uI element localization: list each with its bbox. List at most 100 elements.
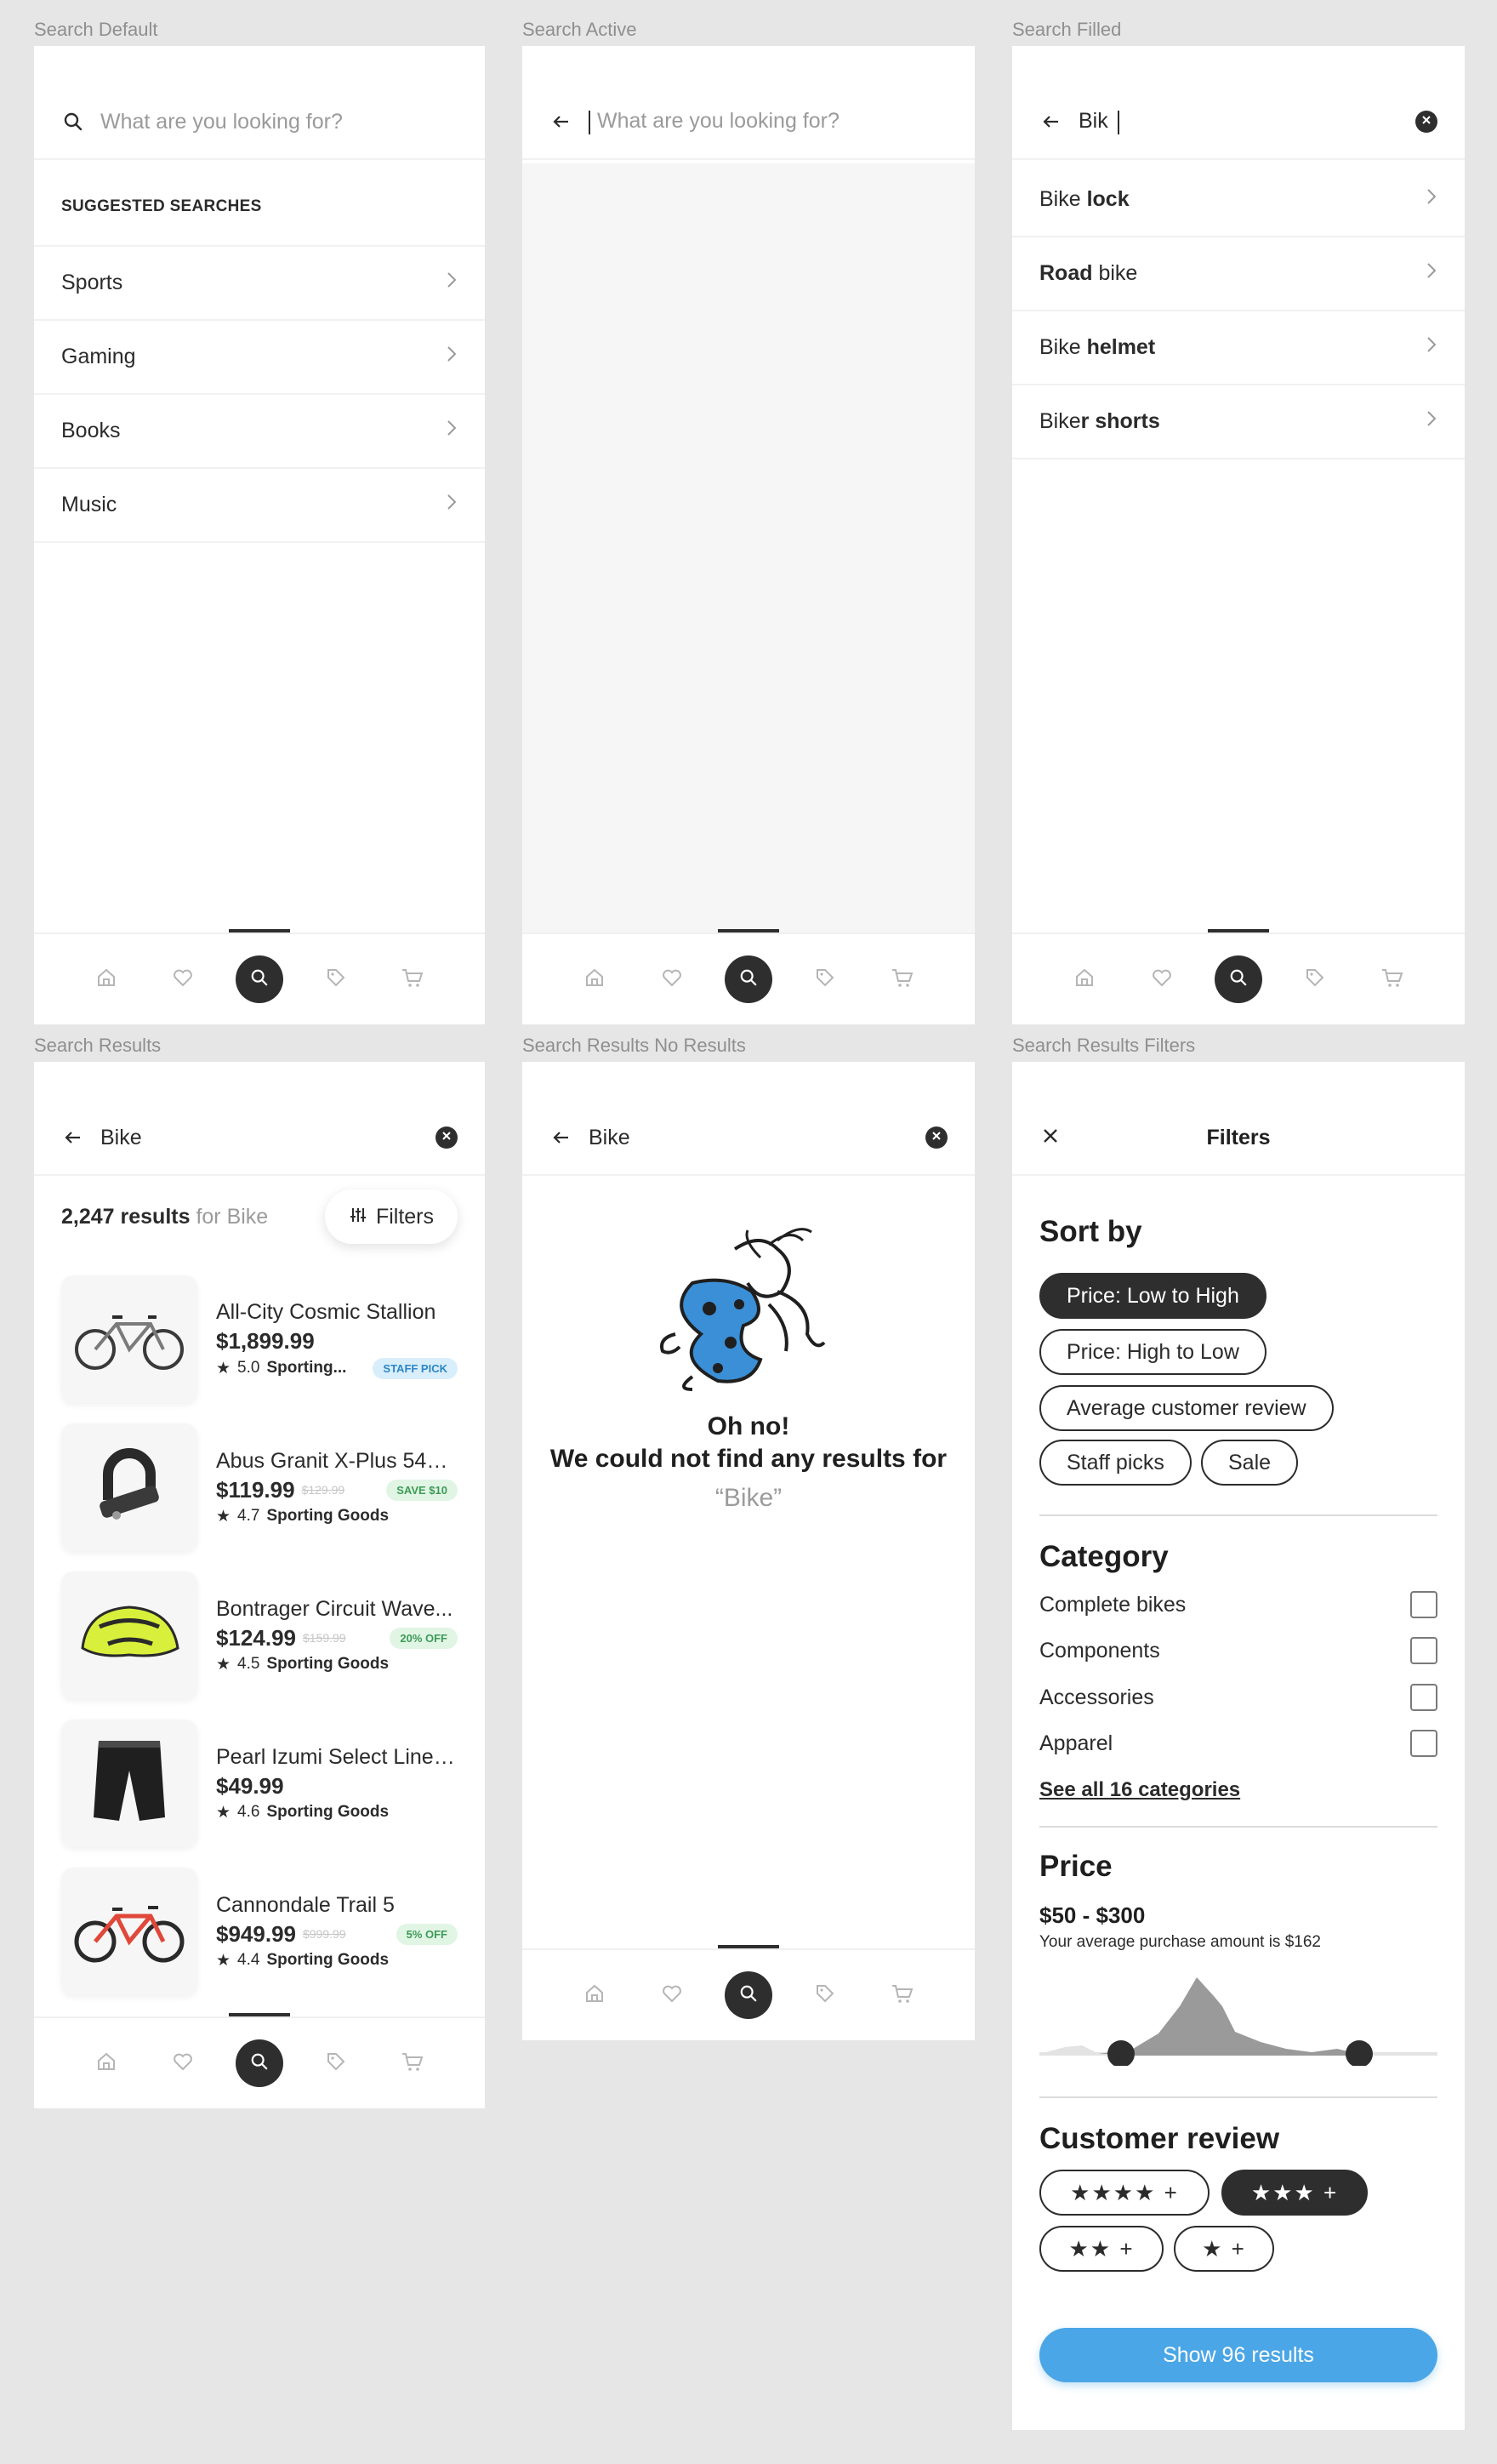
suggestion-row[interactable]: Books: [34, 395, 485, 469]
filters-button[interactable]: Filters: [324, 1189, 458, 1244]
filters-title: Filters: [1206, 1125, 1271, 1149]
cart-icon: [891, 967, 914, 993]
category-checkbox[interactable]: [1410, 1591, 1437, 1618]
search-bar[interactable]: What are you looking for?: [522, 85, 975, 160]
product-name: Abus Granit X-Plus 540 ...: [216, 1448, 458, 1473]
frame-label-no-results: Search Results No Results: [522, 1035, 746, 1056]
sort-option-price-low-high[interactable]: Price: Low to High: [1039, 1273, 1266, 1319]
product-old-price: $999.99: [302, 1927, 346, 1941]
back-arrow-icon[interactable]: [549, 1126, 573, 1149]
clear-search-button[interactable]: [925, 1126, 948, 1149]
nav-favorites-button[interactable]: [648, 955, 696, 1003]
nav-home-button[interactable]: [1061, 955, 1108, 1003]
nav-search-button[interactable]: [236, 955, 283, 1003]
nav-search-button[interactable]: [724, 1971, 772, 2019]
search-bar[interactable]: Bike: [522, 1101, 975, 1176]
nav-deals-button[interactable]: [312, 2039, 360, 2087]
nav-deals-button[interactable]: [1291, 955, 1339, 1003]
see-all-categories-link[interactable]: See all 16 categories: [1039, 1778, 1240, 1802]
nav-cart-button[interactable]: [879, 1971, 926, 2019]
show-results-button[interactable]: Show 96 results: [1039, 2328, 1437, 2382]
close-filters-button[interactable]: [1041, 1126, 1060, 1149]
search-bar[interactable]: What are you looking for?: [34, 85, 485, 160]
search-input[interactable]: Bik: [1079, 109, 1126, 134]
nav-favorites-button[interactable]: [648, 1971, 696, 2019]
search-input[interactable]: Bike: [589, 1126, 630, 1150]
nav-cart-button[interactable]: [1369, 955, 1416, 1003]
nav-cart-button[interactable]: [389, 955, 436, 1003]
keyboard-area: [522, 163, 975, 933]
completion-text: helmet: [1080, 335, 1156, 359]
search-icon: [61, 110, 85, 134]
home-icon: [1073, 967, 1096, 993]
nav-favorites-button[interactable]: [159, 2039, 207, 2087]
nav-search-button[interactable]: [724, 955, 772, 1003]
category-row[interactable]: Apparel: [1039, 1726, 1437, 1760]
sort-option-avg-review[interactable]: Average customer review: [1039, 1385, 1334, 1431]
autocomplete-row[interactable]: Bike helmet: [1012, 311, 1465, 385]
sort-option-sale[interactable]: Sale: [1201, 1440, 1299, 1486]
category-checkbox[interactable]: [1410, 1730, 1437, 1757]
autocomplete-row[interactable]: Biker shorts: [1012, 385, 1465, 459]
category-label: Accessories: [1039, 1685, 1154, 1709]
nav-home-button[interactable]: [571, 1971, 618, 2019]
category-checkbox[interactable]: [1410, 1684, 1437, 1711]
suggestion-row[interactable]: Gaming: [34, 321, 485, 395]
screen-search-filled: Bik Bike lock Road bike Bike helmet Bike…: [1012, 46, 1465, 1024]
nav-home-button[interactable]: [83, 955, 130, 1003]
nav-favorites-button[interactable]: [159, 955, 207, 1003]
back-arrow-icon[interactable]: [549, 110, 573, 134]
search-icon: [1229, 968, 1248, 991]
category-row[interactable]: Complete bikes: [1039, 1588, 1437, 1622]
category-checkbox[interactable]: [1410, 1637, 1437, 1664]
suggestion-row[interactable]: Sports: [34, 247, 485, 321]
review-1-star-chip[interactable]: ★ +: [1174, 2226, 1274, 2272]
product-card[interactable]: Bontrager Circuit Wave... $124.99 $159.99…: [61, 1567, 458, 1703]
product-card[interactable]: Cannondale Trail 5 $949.99 $999.99 5% OFF …: [61, 1863, 458, 1999]
bottom-nav: [34, 2013, 485, 2108]
search-icon: [739, 1984, 758, 2007]
clear-search-button[interactable]: [435, 1126, 458, 1149]
sort-option-staff-picks[interactable]: Staff picks: [1039, 1440, 1192, 1486]
review-2-stars-chip[interactable]: ★★ +: [1039, 2226, 1164, 2272]
nav-home-button[interactable]: [571, 955, 618, 1003]
product-card[interactable]: Pearl Izumi Select Liner ... $49.99 ★ 4.6…: [61, 1715, 458, 1851]
back-arrow-icon[interactable]: [61, 1126, 85, 1149]
nav-search-button[interactable]: [236, 2039, 283, 2087]
search-placeholder: What are you looking for?: [597, 109, 840, 134]
screen-search-default: What are you looking for? SUGGESTED SEAR…: [34, 46, 485, 1024]
cart-icon: [1380, 967, 1404, 993]
product-card[interactable]: All-City Cosmic Stallion $1,899.99 ★ 5.0 S…: [61, 1271, 458, 1407]
search-input[interactable]: What are you looking for?: [100, 110, 343, 134]
product-card[interactable]: Abus Granit X-Plus 540 ... $119.99 $129.9…: [61, 1419, 458, 1555]
product-image-helmet: [61, 1571, 197, 1699]
nav-deals-button[interactable]: [801, 1971, 849, 2019]
back-arrow-icon[interactable]: [1039, 110, 1063, 134]
nav-cart-button[interactable]: [389, 2039, 436, 2087]
autocomplete-row[interactable]: Bike lock: [1012, 163, 1465, 237]
category-row[interactable]: Accessories: [1039, 1680, 1437, 1714]
category-row[interactable]: Components: [1039, 1634, 1437, 1668]
nav-cart-button[interactable]: [879, 955, 926, 1003]
nav-deals-button[interactable]: [801, 955, 849, 1003]
search-bar[interactable]: Bike: [34, 1101, 485, 1176]
nav-home-button[interactable]: [83, 2039, 130, 2087]
heart-icon: [661, 967, 683, 993]
nav-favorites-button[interactable]: [1138, 955, 1186, 1003]
product-source: Sporting Goods: [266, 1655, 390, 1673]
suggestion-row[interactable]: Music: [34, 469, 485, 543]
search-input[interactable]: Bike: [100, 1126, 142, 1150]
review-3-stars-chip[interactable]: ★★★ +: [1221, 2170, 1368, 2216]
nav-deals-button[interactable]: [312, 955, 360, 1003]
price-histogram-slider[interactable]: [1039, 1972, 1437, 2068]
sort-option-price-high-low[interactable]: Price: High to Low: [1039, 1329, 1266, 1375]
review-4-stars-chip[interactable]: ★★★★ +: [1039, 2170, 1210, 2216]
product-badge: 5% OFF: [396, 1923, 458, 1945]
nav-search-button[interactable]: [1214, 955, 1262, 1003]
search-bar[interactable]: Bik: [1012, 85, 1465, 160]
search-input[interactable]: What are you looking for?: [589, 109, 840, 134]
cart-icon: [891, 1982, 914, 2009]
autocomplete-row[interactable]: Road bike: [1012, 237, 1465, 311]
clear-search-button[interactable]: [1415, 111, 1437, 133]
filters-label: Filters: [375, 1204, 434, 1229]
